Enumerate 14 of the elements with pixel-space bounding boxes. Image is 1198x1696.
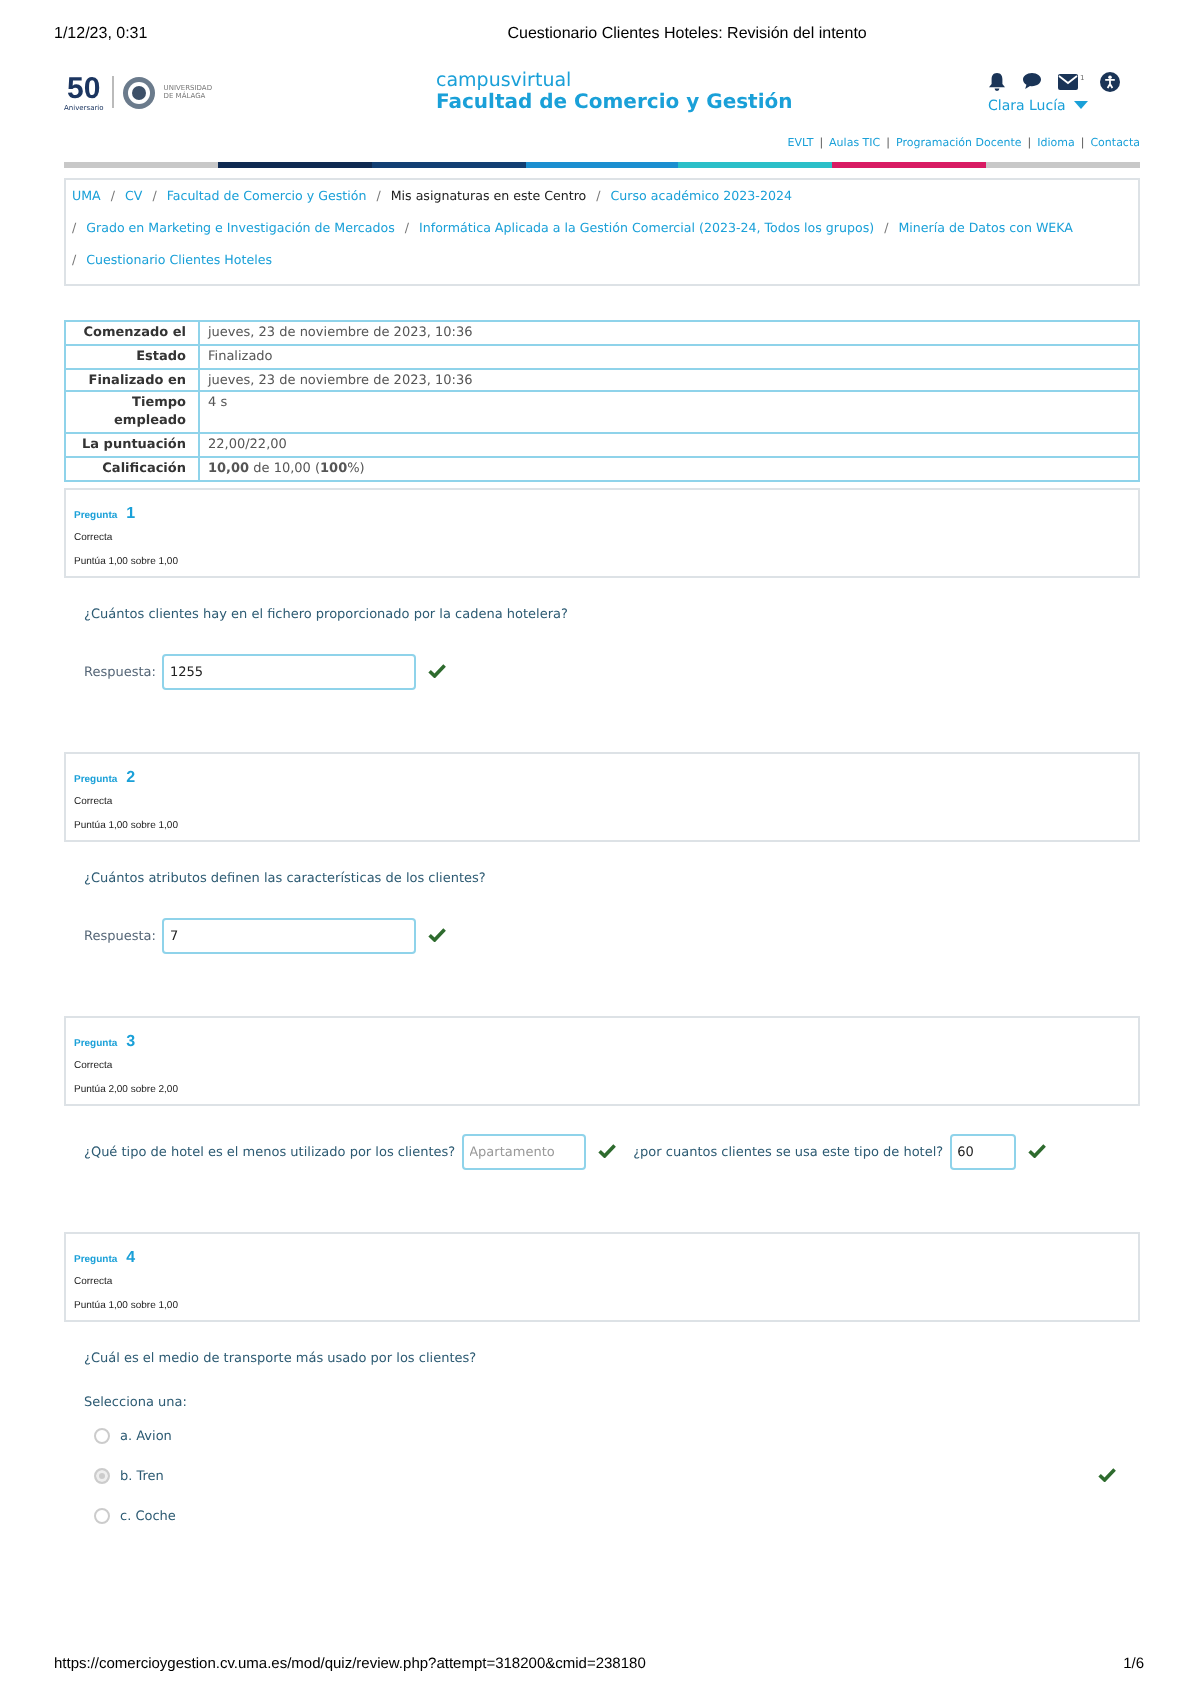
caret-icon [1073, 100, 1088, 110]
print-date: 1/12/23, 0:31 [54, 24, 148, 42]
faculty-name[interactable]: Facultad de Comercio y Gestión [436, 92, 988, 114]
mail-icon[interactable] [1058, 73, 1078, 89]
site-name[interactable]: campusvirtual [436, 70, 988, 92]
radio-button[interactable] [94, 1427, 110, 1444]
radio-button[interactable] [94, 1507, 110, 1524]
bell-icon[interactable] [988, 71, 1006, 91]
print-title: Cuestionario Clientes Hoteles: Revisión del intento [507, 24, 867, 42]
anniversary-logo: 50 [67, 73, 101, 103]
radio-button[interactable] [94, 1467, 110, 1484]
university-seal-icon [121, 75, 156, 109]
accessibility-icon[interactable] [1100, 71, 1121, 91]
chat-icon[interactable] [1022, 72, 1042, 90]
